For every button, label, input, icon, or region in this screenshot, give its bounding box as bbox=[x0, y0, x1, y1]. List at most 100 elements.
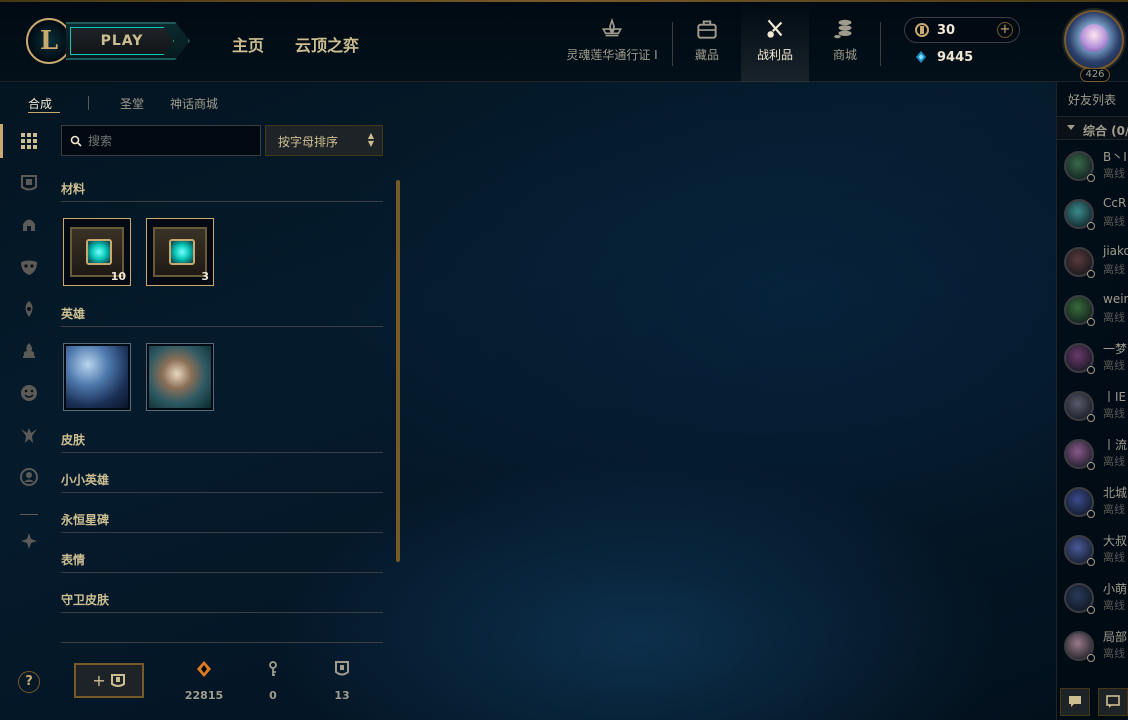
category-emotes[interactable]: 表情 bbox=[61, 551, 383, 573]
friend-row[interactable]: 一梦 离线 bbox=[1057, 336, 1128, 384]
collection-button[interactable]: 藏品 bbox=[678, 16, 736, 78]
friend-row[interactable]: 局部 离线 bbox=[1057, 624, 1128, 672]
friend-status-text: 离线 bbox=[1103, 359, 1125, 372]
filter-wards-button[interactable] bbox=[16, 296, 42, 322]
category-ward-skins-title: 守卫皮肤 bbox=[61, 593, 110, 607]
event-pass-button[interactable]: 灵魂莲华通行证 I bbox=[562, 16, 662, 78]
mask-icon bbox=[21, 260, 37, 275]
list-scrollbar[interactable] bbox=[396, 180, 400, 562]
helmet-icon bbox=[23, 219, 35, 231]
help-button[interactable]: ? bbox=[18, 671, 40, 693]
offline-status-icon bbox=[1087, 510, 1095, 518]
nav-home[interactable]: 主页 bbox=[232, 32, 264, 56]
category-eternals-title: 永恒星碑 bbox=[61, 513, 110, 527]
chest-icon bbox=[110, 673, 125, 687]
friend-row[interactable]: 丨流 离线 bbox=[1057, 432, 1128, 480]
friend-name: 丨流 bbox=[1103, 438, 1128, 452]
chat-window-icon bbox=[1106, 695, 1120, 708]
person-circle-icon bbox=[20, 468, 38, 486]
event-pass-label: 灵魂莲华通行证 I bbox=[566, 48, 658, 62]
tab-sanctum[interactable]: 圣堂 bbox=[120, 95, 144, 112]
loot-item-masterwork-chest[interactable]: 3 bbox=[146, 218, 214, 286]
friend-row[interactable]: weir 离线 bbox=[1057, 288, 1128, 336]
orange-essence-icon bbox=[197, 661, 211, 677]
loot-icon bbox=[767, 19, 783, 38]
friend-row[interactable]: 小萌 离线 bbox=[1057, 576, 1128, 624]
filter-all-button[interactable] bbox=[16, 128, 42, 154]
little-legend-icon bbox=[21, 428, 37, 443]
friends-title: 好友列表 bbox=[1068, 93, 1117, 107]
profile-avatar[interactable]: 426 bbox=[1064, 10, 1126, 82]
sort-chevron-icon: ▲ ▼ bbox=[367, 131, 374, 148]
friend-row[interactable]: CcR 离线 bbox=[1057, 192, 1128, 240]
chat-button[interactable] bbox=[1060, 688, 1090, 716]
friend-row[interactable]: jiako 离线 bbox=[1057, 240, 1128, 288]
orange-essence-counter: 22815 bbox=[179, 660, 229, 703]
friend-status-text: 离线 bbox=[1103, 455, 1125, 468]
nav-tft[interactable]: 云顶之弈 bbox=[295, 32, 359, 56]
loot-item-hextech-chest[interactable]: 10 bbox=[63, 218, 131, 286]
play-button[interactable]: PLAY bbox=[66, 22, 190, 60]
craft-key-button[interactable]: + bbox=[74, 663, 144, 698]
summoner-icon bbox=[1080, 24, 1108, 52]
friend-status-text: 离线 bbox=[1103, 407, 1125, 420]
friend-name: jiako bbox=[1103, 244, 1128, 258]
buy-rp-button[interactable]: + bbox=[997, 22, 1013, 38]
grid-icon bbox=[21, 133, 37, 149]
filter-tft-button[interactable] bbox=[16, 422, 42, 448]
category-skins[interactable]: 皮肤 bbox=[61, 431, 383, 453]
friend-status-text: 离线 bbox=[1103, 263, 1125, 276]
collection-label: 藏品 bbox=[694, 48, 719, 62]
filter-chests-button[interactable] bbox=[16, 170, 42, 196]
lotus-icon bbox=[602, 17, 622, 37]
filter-champions-button[interactable] bbox=[16, 212, 42, 238]
caret-down-icon bbox=[1067, 125, 1075, 130]
loot-item-champion-shard[interactable] bbox=[63, 343, 131, 411]
search-input[interactable] bbox=[88, 132, 256, 150]
loot-item-champion-shard[interactable] bbox=[146, 343, 214, 411]
category-materials[interactable]: 材料 bbox=[61, 180, 383, 202]
friend-row[interactable]: 丨IE 离线 bbox=[1057, 384, 1128, 432]
category-little-legends[interactable]: 小小英雄 bbox=[61, 471, 383, 493]
filter-summoner-icons-button[interactable] bbox=[16, 338, 42, 364]
friend-name: weir bbox=[1103, 292, 1128, 306]
item-count: 10 bbox=[110, 270, 126, 283]
sort-dropdown[interactable]: 按字母排序 ▲ ▼ bbox=[265, 125, 383, 156]
filter-emotes-button[interactable] bbox=[16, 380, 42, 406]
offline-status-icon bbox=[1087, 174, 1095, 182]
friend-status-text: 离线 bbox=[1103, 311, 1125, 324]
masterwork-chest-icon bbox=[153, 227, 207, 277]
filter-skins-button[interactable] bbox=[16, 254, 42, 280]
loot-label: 战利品 bbox=[756, 48, 793, 62]
friend-status-text: 离线 bbox=[1103, 599, 1125, 612]
filter-eternals-button[interactable] bbox=[16, 528, 42, 554]
friends-group-general[interactable]: 综合 (0/ bbox=[1057, 116, 1128, 140]
champion-portrait bbox=[66, 346, 128, 408]
flame-icon bbox=[23, 343, 35, 358]
store-button[interactable]: 商城 bbox=[820, 16, 870, 78]
rp-balance[interactable]: 30 + bbox=[904, 17, 1020, 43]
friend-row[interactable]: 北城 离线 bbox=[1057, 480, 1128, 528]
loot-button[interactable]: 战利品 bbox=[741, 0, 809, 82]
chat-window-button[interactable] bbox=[1098, 688, 1128, 716]
tab-crafting[interactable]: 合成 bbox=[28, 95, 52, 112]
friend-name: 北城 bbox=[1103, 486, 1128, 500]
category-eternals[interactable]: 永恒星碑 bbox=[61, 511, 383, 533]
offline-status-icon bbox=[1087, 270, 1095, 278]
play-button-label: PLAY bbox=[100, 33, 144, 49]
friend-row[interactable]: 大叔 离线 bbox=[1057, 528, 1128, 576]
friend-status-text: 离线 bbox=[1103, 647, 1125, 660]
tab-mythic-shop[interactable]: 神话商城 bbox=[170, 95, 218, 112]
category-champions[interactable]: 英雄 bbox=[61, 305, 383, 327]
search-icon bbox=[70, 135, 82, 147]
offline-status-icon bbox=[1087, 366, 1095, 374]
friend-name: 大叔 bbox=[1103, 534, 1128, 548]
category-ward-skins[interactable]: 守卫皮肤 bbox=[61, 591, 383, 613]
offline-status-icon bbox=[1087, 318, 1095, 326]
friend-name: CcR bbox=[1103, 196, 1127, 210]
offline-status-icon bbox=[1087, 222, 1095, 230]
filter-profile-button[interactable] bbox=[16, 464, 42, 490]
chest-icon bbox=[21, 175, 37, 191]
offline-status-icon bbox=[1087, 654, 1095, 662]
friend-row[interactable]: B丶I 离线 bbox=[1057, 144, 1128, 192]
